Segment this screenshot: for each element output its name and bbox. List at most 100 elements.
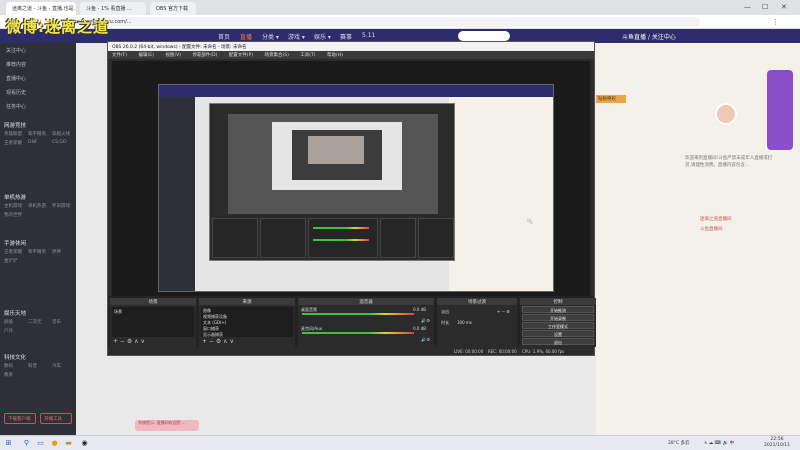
obs-menu-item[interactable]: 配置文件(P) [229, 53, 253, 58]
sidebar-sub[interactable]: 颜值 [4, 319, 13, 325]
url-input[interactable]: https://www.douyu.com/... [60, 17, 700, 27]
left-sidebar: 关注中心 推荐内容 直播中心 观看历史 任务中心 网游竞技 英雄联盟 和平精英 … [0, 43, 76, 435]
nav-item[interactable]: 5.11 [362, 32, 375, 39]
sidebar-item[interactable]: 推荐内容 [6, 61, 26, 68]
exit-button[interactable]: 退出 [522, 338, 594, 345]
obs-menu-item[interactable]: 场景集合(S) [264, 53, 288, 58]
obs-menu-item[interactable]: 停靠部件(D) [192, 53, 217, 58]
obs-menu-item[interactable]: 视图(V) [165, 53, 181, 58]
start-recording-button[interactable]: 开始录制 [522, 314, 594, 321]
search-icon[interactable]: ⚲ [22, 439, 31, 448]
folder-icon[interactable]: ▬ [64, 439, 73, 448]
dock-toolbar[interactable]: + − ⚙ ∧ ∨ [113, 338, 145, 345]
sidebar-sub[interactable]: 汽车 [52, 363, 61, 369]
start-streaming-button[interactable]: 开始推流 [522, 306, 594, 313]
sidebar-sub[interactable]: 原神 [52, 249, 61, 255]
obs-docks: 场景 场景 + − ⚙ ∧ ∨ 来源 图像 视频捕获设备 文本 (GDI+) 窗… [108, 296, 596, 347]
sidebar-sub[interactable]: 科普 [28, 363, 37, 369]
sidebar-sub[interactable]: 王者荣耀 [4, 140, 22, 146]
room-link[interactable]: 斗鱼直播间 [700, 226, 723, 232]
obs-menu-item[interactable]: 帮助(H) [327, 53, 343, 58]
fan-privilege-tag[interactable]: 钻粉特权 [596, 95, 626, 103]
minimize-button[interactable]: — [744, 3, 751, 11]
broadcast-tool-button[interactable]: 开播工具 [40, 413, 72, 424]
sidebar-item[interactable]: 关注中心 [6, 47, 26, 54]
browser-tab[interactable]: 迷离之道 - 斗鱼 - 直播,也是... [6, 2, 76, 15]
download-client-button[interactable]: 下载客户端 [4, 413, 36, 424]
taskview-icon[interactable]: ▭ [36, 439, 45, 448]
sources-dock: 来源 图像 视频捕获设备 文本 (GDI+) 窗口捕获 显示器捕获 + − ⚙ … [199, 298, 295, 347]
room-link[interactable]: 迷离之道直播间 [700, 216, 732, 222]
sidebar-sub[interactable]: 英雄联盟 [4, 131, 22, 137]
captured-vu-meter [313, 227, 369, 229]
system-tray[interactable]: ∧ ☁ ⌨ 🔊 中 [704, 440, 734, 446]
sidebar-sub[interactable]: DNF [28, 140, 37, 145]
nav-item[interactable]: 娱乐 ▾ [314, 32, 331, 41]
nav-item[interactable]: 游戏 ▾ [288, 32, 305, 41]
obs-menu-item[interactable]: 工具(T) [300, 53, 315, 58]
sidebar-sub[interactable]: 怀旧游戏 [52, 203, 70, 209]
captured-sidebar [159, 97, 195, 291]
settings-button[interactable]: 设置 [522, 330, 594, 337]
nav-item[interactable]: 赛事 [340, 32, 352, 41]
scene-item[interactable]: 场景 [114, 309, 122, 315]
mute-icon[interactable]: 🔊⚙ [421, 318, 430, 323]
sidebar-sub[interactable]: 二次元 [28, 319, 42, 325]
user-menu[interactable]: 斗鱼直播 / 关注中心 [622, 32, 676, 41]
scene-list[interactable]: 场景 [112, 307, 194, 337]
captured-obs-window [209, 103, 455, 261]
captured-vu-meter [313, 239, 369, 241]
search-input[interactable] [458, 31, 510, 41]
maximize-button[interactable]: ☐ [762, 3, 768, 11]
transition-tools[interactable]: + − ⚙ [497, 309, 510, 314]
sidebar-item[interactable]: 观看历史 [6, 89, 26, 96]
sidebar-sub[interactable]: 和平精英 [28, 131, 46, 137]
sidebar-sub[interactable]: 户外 [4, 328, 13, 334]
sidebar-sub[interactable]: 我的世界 [4, 212, 22, 218]
browser-tab[interactable]: OBS 官方下载 [150, 2, 196, 15]
sidebar-sub[interactable]: 金铲铲 [4, 258, 18, 264]
sidebar-sub[interactable]: 数码 [4, 363, 13, 369]
sidebar-sub[interactable]: 单机热游 [28, 203, 46, 209]
sidebar-sub[interactable]: 王者荣耀 [4, 249, 22, 255]
sidebar-sub[interactable]: 教育 [4, 372, 13, 378]
sidebar-sub[interactable]: 音乐 [52, 319, 61, 325]
browser-tab[interactable]: 斗鱼 - 1% 看直播 ... [80, 2, 146, 15]
sidebar-sub[interactable]: 和平精英 [28, 249, 46, 255]
menu-icon[interactable]: ⋮ [772, 18, 779, 26]
nav-item[interactable]: 分类 ▾ [262, 32, 279, 41]
close-button[interactable]: ✕ [781, 3, 787, 11]
start-icon[interactable]: ⊞ [4, 439, 13, 448]
duration-input[interactable]: 300 ms [457, 320, 472, 325]
sidebar-section-title: 单机热游 [4, 195, 27, 201]
obs-status-bar: LIVE: 00:00:00 REC: 00:00:00 CPU: 1.9%, … [108, 347, 594, 355]
sidebar-sub[interactable]: CS:GO [52, 140, 67, 145]
source-list[interactable]: 图像 视频捕获设备 文本 (GDI+) 窗口捕获 显示器捕获 [201, 307, 293, 337]
live-time: LIVE: 00:00:00 [454, 349, 484, 354]
chrome-icon[interactable]: ● [50, 439, 59, 448]
obs-preview[interactable] [112, 61, 590, 296]
obs-menu-item[interactable]: 编辑(E) [139, 53, 154, 58]
sidebar-item[interactable]: 直播中心 [6, 75, 26, 82]
clock-date: 2021/10/11 [764, 443, 790, 448]
captured-dock [380, 218, 416, 258]
nav-item[interactable]: 首页 [218, 32, 230, 41]
transition-type[interactable]: 淡出 [441, 309, 449, 315]
avatar[interactable] [715, 103, 737, 125]
sidebar-item[interactable]: 任务中心 [6, 103, 26, 110]
captured-dock [260, 218, 306, 258]
dock-toolbar[interactable]: + − ⚙ ∧ ∨ [202, 338, 234, 345]
clock[interactable]: 22:56 2021/10/11 [764, 437, 790, 449]
studio-mode-button[interactable]: 工作室模式 [522, 322, 594, 329]
vu-meter [302, 332, 414, 334]
sidebar-sub[interactable]: 主机游戏 [4, 203, 22, 209]
weather-widget[interactable]: 28°C 多云 [668, 440, 690, 446]
sidebar-sub[interactable]: 穿越火线 [52, 131, 70, 137]
mute-icon[interactable]: 🔊⚙ [421, 337, 430, 342]
captured-dock [418, 218, 454, 258]
nav-item-active[interactable]: 直播 [240, 32, 252, 41]
promo-badge[interactable] [767, 70, 793, 150]
mixer-dock: 混音器 桌面音频 0.0 dB 🔊⚙ 麦克风/Aux 0.0 dB 🔊⚙ [298, 298, 434, 347]
obs-icon[interactable]: ◉ [80, 439, 89, 448]
obs-menu-item[interactable]: 文件(F) [112, 53, 127, 58]
